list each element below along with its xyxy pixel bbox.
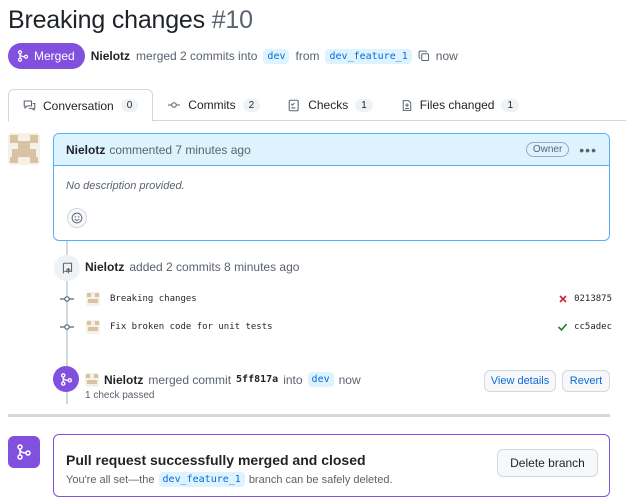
git-commit-icon (58, 294, 76, 304)
file-diff-icon (402, 99, 412, 111)
comment-author[interactable]: Nielotz (66, 143, 105, 157)
list-item: Breaking changes 0213875 (58, 289, 612, 309)
deletable-branch-label[interactable]: dev_feature_1 (158, 472, 245, 487)
commit-sha-link[interactable]: 0213875 (574, 294, 612, 304)
kebab-menu-icon[interactable]: ••• (579, 142, 597, 158)
tab-files-changed-count: 1 (501, 98, 520, 112)
tab-checks[interactable]: Checks 1 (274, 89, 387, 121)
tab-files-changed[interactable]: Files changed 1 (387, 89, 533, 121)
merge-icon (17, 50, 29, 62)
pr-from-text: from (295, 49, 320, 63)
merge-status-heading: Pull request successfully merged and clo… (66, 452, 366, 468)
comment-discussion-icon (23, 100, 36, 112)
owner-badge: Owner (525, 142, 570, 157)
commits-event-text: added 2 commits 8 minutes ago (129, 260, 300, 274)
list-item: Fix broken code for unit tests cc5adec (58, 317, 612, 337)
avatar[interactable] (85, 372, 99, 387)
merge-event-into: into (283, 372, 303, 387)
add-reaction-button[interactable] (67, 208, 87, 228)
commits-added-event: Nielotz added 2 commits 8 minutes ago (85, 260, 299, 274)
tab-checks-label: Checks (308, 98, 349, 112)
repo-push-icon (62, 262, 72, 273)
merge-event-time: now (338, 372, 361, 387)
git-commit-icon (168, 102, 181, 108)
tab-files-changed-label: Files changed (419, 98, 495, 112)
comment-body: No description provided. (66, 180, 185, 192)
smiley-icon (71, 212, 83, 224)
pr-status-row: Merged Nielotz merged 2 commits into dev… (8, 43, 458, 69)
delete-branch-button[interactable]: Delete branch (497, 449, 598, 477)
x-fail-icon[interactable] (558, 294, 568, 304)
tab-commits[interactable]: Commits 2 (153, 89, 274, 121)
pr-author-link[interactable]: Nielotz (91, 49, 130, 63)
checklist-icon (288, 99, 299, 111)
comment-header: Nielotz commented 7 minutes ago Owner ••… (54, 134, 609, 166)
tab-commits-label: Commits (188, 98, 236, 112)
base-branch-label[interactable]: dev (263, 48, 290, 64)
avatar[interactable] (86, 292, 100, 306)
pr-number: #10 (211, 6, 253, 34)
merge-commit-sha-link[interactable]: 5ff817a (236, 374, 278, 385)
merged-status-label: Merged (34, 49, 75, 63)
timeline-separator (8, 414, 610, 417)
pr-title-text: Breaking changes (8, 6, 205, 34)
head-branch-label[interactable]: dev_feature_1 (325, 48, 412, 64)
pr-merged-text: merged 2 commits into (136, 49, 258, 63)
merge-status-subtext: You're all set—the dev_feature_1 branch … (66, 472, 393, 487)
checks-passed-link[interactable]: 1 check passed (85, 390, 155, 401)
push-event-badge (54, 255, 80, 281)
view-details-button[interactable]: View details (484, 370, 556, 392)
tab-conversation[interactable]: Conversation 0 (8, 89, 154, 122)
merge-status-icon (8, 436, 40, 468)
commits-event-author[interactable]: Nielotz (85, 260, 124, 274)
avatar[interactable] (86, 320, 100, 334)
merge-status-box: Pull request successfully merged and clo… (53, 434, 610, 497)
merge-event-badge (53, 366, 79, 392)
pr-time: now (435, 49, 458, 63)
tab-conversation-count: 0 (120, 99, 139, 112)
pr-description-comment: Nielotz commented 7 minutes ago Owner ••… (53, 133, 610, 241)
check-pass-icon[interactable] (557, 322, 568, 332)
tab-checks-count: 1 (355, 98, 373, 112)
comment-meta[interactable]: commented 7 minutes ago (109, 143, 250, 157)
merge-branch-label[interactable]: dev (307, 372, 334, 387)
commit-message-link[interactable]: Breaking changes (110, 294, 197, 304)
merged-status-badge: Merged (8, 43, 85, 69)
merge-status-suffix: branch can be safely deleted. (248, 473, 393, 486)
pr-title: Breaking changes #10 (8, 6, 253, 35)
commit-message-link[interactable]: Fix broken code for unit tests (110, 322, 273, 332)
tab-commits-count: 2 (242, 98, 261, 112)
commit-sha-link[interactable]: cc5adec (574, 322, 612, 332)
merge-status-prefix: You're all set—the (66, 473, 155, 486)
git-commit-icon (58, 322, 76, 332)
pr-tabs: Conversation 0 Commits 2 Checks 1 Files … (8, 89, 626, 122)
merge-event: Nielotz merged commit 5ff817a into dev n… (85, 372, 361, 387)
merge-icon (17, 444, 31, 460)
copy-icon[interactable] (418, 50, 430, 62)
merge-event-author[interactable]: Nielotz (104, 373, 143, 387)
tab-conversation-label: Conversation (43, 98, 114, 113)
avatar[interactable] (8, 133, 40, 165)
merge-icon (60, 372, 72, 386)
merge-event-text: merged commit (148, 372, 232, 387)
revert-button[interactable]: Revert (562, 370, 610, 392)
